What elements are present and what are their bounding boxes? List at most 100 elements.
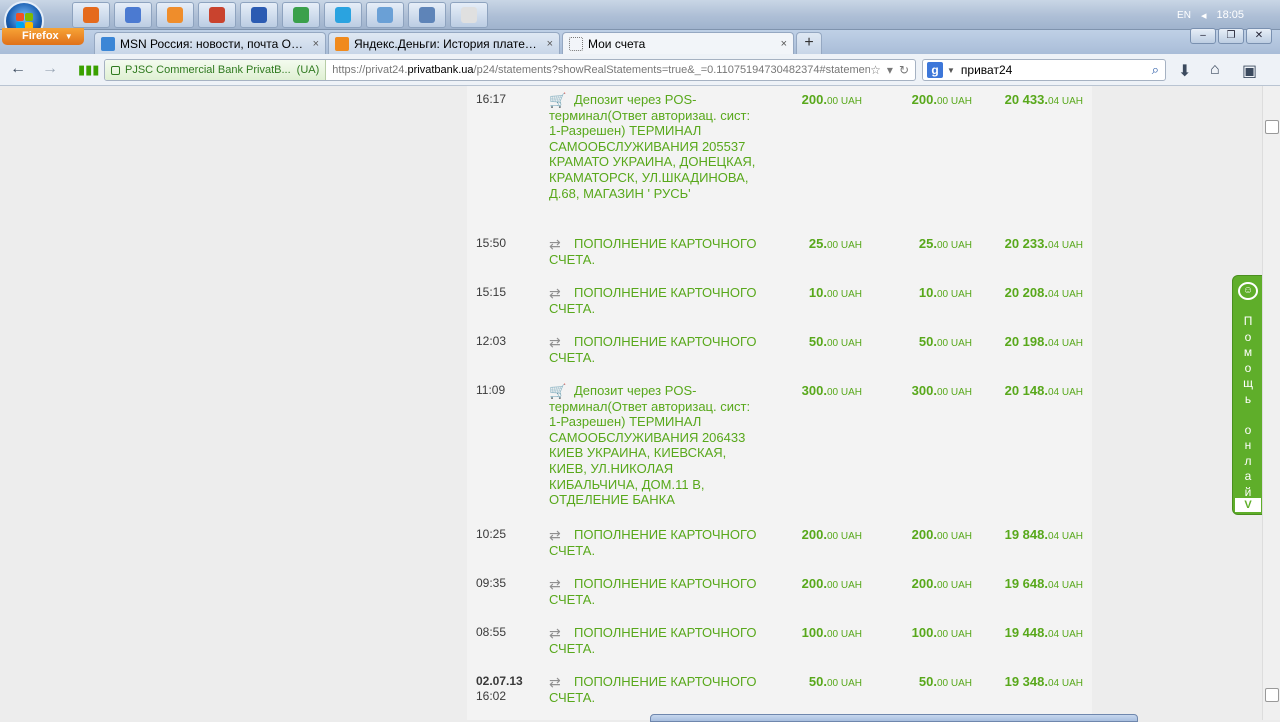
tx-date: 02.07.13 bbox=[476, 674, 523, 688]
tx-amount-frac: 00 UAH bbox=[826, 387, 862, 398]
scrollbar-thumb[interactable] bbox=[1265, 120, 1279, 134]
help-online-widget[interactable]: ☺ Помощь онлайн V bbox=[1232, 275, 1264, 515]
new-tab-button[interactable]: + bbox=[796, 32, 822, 54]
power-icon bbox=[461, 7, 477, 23]
notification-window[interactable] bbox=[650, 714, 1138, 722]
page-scrollbar[interactable] bbox=[1262, 86, 1280, 720]
language-indicator[interactable]: EN bbox=[1177, 10, 1191, 21]
tx-description[interactable]: ПОПОЛНЕНИЕ КАРТОЧНОГО СЧЕТА. bbox=[549, 625, 764, 656]
tx-amount: 50.00 UAH bbox=[809, 674, 862, 689]
close-window-button[interactable]: ✕ bbox=[1246, 28, 1272, 44]
engine-dropdown-icon[interactable]: ▼ bbox=[947, 66, 955, 75]
help-letter: н bbox=[1244, 438, 1252, 452]
search-icon[interactable]: ⌕ bbox=[1152, 62, 1159, 78]
taskbar-window-button[interactable] bbox=[408, 2, 446, 28]
download-icon[interactable]: ⬇ bbox=[1178, 61, 1191, 81]
yandex-favicon-icon bbox=[335, 36, 349, 51]
tab-close-icon[interactable]: × bbox=[781, 38, 787, 50]
bookmarks-menu-icon[interactable]: ▣ bbox=[1242, 61, 1257, 81]
firefox-menu-button[interactable]: Firefox ▼ bbox=[2, 28, 84, 45]
url-text[interactable]: https://privat24.privatbank.ua/p24/state… bbox=[326, 64, 870, 76]
scrollbar-arrow-down[interactable] bbox=[1265, 688, 1279, 702]
tx-description[interactable]: ПОПОЛНЕНИЕ КАРТОЧНОГО СЧЕТА. bbox=[549, 285, 764, 316]
google-search-engine-icon[interactable]: g bbox=[927, 62, 943, 78]
tx-time-value: 15:15 bbox=[476, 285, 507, 299]
tx-description[interactable]: Депозит через POS-терминал(Ответ авториз… bbox=[549, 383, 764, 508]
signal-bars-icon[interactable]: ▮▮▮ bbox=[78, 62, 99, 78]
tx-time: 12:03 bbox=[476, 334, 506, 349]
help-online-label: Помощь онлайн bbox=[1233, 314, 1263, 516]
taskbar-files-button[interactable] bbox=[114, 2, 152, 28]
tx-description[interactable]: Депозит через POS-терминал(Ответ авториз… bbox=[549, 92, 764, 201]
taskbar-chrome-button[interactable] bbox=[282, 2, 320, 28]
tx-time-value: 09:35 bbox=[476, 576, 507, 590]
tx-balance-frac: 04 UAH bbox=[1047, 387, 1083, 398]
tx-balance-int: 19 848. bbox=[1004, 527, 1048, 542]
taskbar-power-button[interactable] bbox=[450, 2, 488, 28]
tx-amount: 200.00 UAH bbox=[802, 576, 862, 591]
help-letter: щ bbox=[1243, 376, 1253, 390]
bookmark-star-icon[interactable]: ☆ bbox=[870, 63, 881, 77]
tx-description[interactable]: ПОПОЛНЕНИЕ КАРТОЧНОГО СЧЕТА. bbox=[549, 527, 764, 558]
tx-time: 10:25 bbox=[476, 527, 506, 542]
tx-balance-int: 19 348. bbox=[1004, 674, 1048, 689]
url-dropdown-icon[interactable]: ▾ bbox=[887, 63, 893, 77]
tx-balance: 20 208.04 UAH bbox=[1005, 285, 1083, 300]
taskbar-word-button[interactable] bbox=[240, 2, 278, 28]
address-bar[interactable]: PJSC Commercial Bank PrivatB... (UA) htt… bbox=[104, 59, 916, 81]
tx-amount-int: 200. bbox=[801, 576, 827, 591]
tx-amount: 300.00 UAH bbox=[802, 383, 862, 398]
tx-description[interactable]: ПОПОЛНЕНИЕ КАРТОЧНОГО СЧЕТА. bbox=[549, 674, 764, 705]
taskbar-apps bbox=[72, 2, 488, 28]
site-identity-label: PJSC Commercial Bank PrivatB... bbox=[125, 64, 291, 76]
tx-amount-frac: 00 UAH bbox=[826, 531, 862, 542]
tx-balance-int: 20 198. bbox=[1004, 334, 1048, 349]
forward-arrow-icon[interactable]: → bbox=[42, 60, 58, 78]
tx-description[interactable]: ПОПОЛНЕНИЕ КАРТОЧНОГО СЧЕТА. bbox=[549, 236, 764, 267]
tx-description[interactable]: ПОПОЛНЕНИЕ КАРТОЧНОГО СЧЕТА. bbox=[549, 334, 764, 365]
tab-yandex-money[interactable]: Яндекс.Деньги: История платежей ... × bbox=[328, 32, 560, 54]
tx-amount: 50.00 UAH bbox=[809, 334, 862, 349]
taskbar-firefox-button[interactable] bbox=[72, 2, 110, 28]
back-arrow-icon[interactable]: ← bbox=[10, 60, 26, 78]
word-icon bbox=[251, 7, 267, 23]
clock[interactable]: 18:05 bbox=[1216, 9, 1244, 21]
tx-time: 09:35 bbox=[476, 576, 506, 591]
statement-list: 16:17 🛒 Депозит через POS-терминал(Ответ а… bbox=[467, 86, 1092, 720]
speaker-icon[interactable]: ◂ bbox=[1201, 9, 1207, 22]
tx-time: 15:15 bbox=[476, 285, 506, 300]
tx-amount2-int: 10. bbox=[918, 285, 937, 300]
home-icon[interactable]: ⌂ bbox=[1210, 61, 1220, 79]
minimize-button[interactable]: – bbox=[1190, 28, 1216, 44]
tx-balance-int: 20 433. bbox=[1004, 92, 1048, 107]
tx-amount2-frac: 00 UAH bbox=[936, 289, 972, 300]
tx-amount-account: 100.00 UAH bbox=[912, 625, 972, 640]
navigation-toolbar: ← → ▮▮▮ PJSC Commercial Bank PrivatB... … bbox=[0, 54, 1280, 86]
taskbar-skype-button[interactable] bbox=[324, 2, 362, 28]
tab-my-accounts[interactable]: Мои счета × bbox=[562, 32, 794, 54]
tab-close-icon[interactable]: × bbox=[313, 38, 319, 50]
taskbar-presentation-button[interactable] bbox=[198, 2, 236, 28]
taskbar-paint-button[interactable] bbox=[366, 2, 404, 28]
paint-icon bbox=[377, 7, 393, 23]
tx-amount-int: 50. bbox=[808, 334, 827, 349]
tx-balance: 19 448.04 UAH bbox=[1005, 625, 1083, 640]
chevron-down-icon[interactable]: V bbox=[1235, 498, 1261, 512]
tab-label: Мои счета bbox=[588, 36, 646, 51]
reload-icon[interactable]: ↻ bbox=[899, 63, 909, 77]
chrome-icon bbox=[293, 7, 309, 23]
lock-icon bbox=[111, 65, 120, 75]
search-bar[interactable]: g ▼ приват24 ⌕ bbox=[922, 59, 1166, 81]
tx-amount2-frac: 00 UAH bbox=[936, 678, 972, 689]
tx-amount2-frac: 00 UAH bbox=[936, 580, 972, 591]
help-letter: о bbox=[1244, 329, 1252, 344]
search-input[interactable]: приват24 bbox=[961, 63, 1152, 77]
taskbar-firefox-alt-button[interactable] bbox=[156, 2, 194, 28]
tx-amount2-frac: 00 UAH bbox=[936, 531, 972, 542]
tx-description[interactable]: ПОПОЛНЕНИЕ КАРТОЧНОГО СЧЕТА. bbox=[549, 576, 764, 607]
site-identity-button[interactable]: PJSC Commercial Bank PrivatB... (UA) bbox=[105, 60, 327, 80]
tab-msn[interactable]: MSN Россия: новости, почта Outloo... × bbox=[94, 32, 326, 54]
firefox-icon bbox=[83, 7, 99, 23]
restore-button[interactable]: ❐ bbox=[1218, 28, 1244, 44]
tab-close-icon[interactable]: × bbox=[547, 38, 553, 50]
